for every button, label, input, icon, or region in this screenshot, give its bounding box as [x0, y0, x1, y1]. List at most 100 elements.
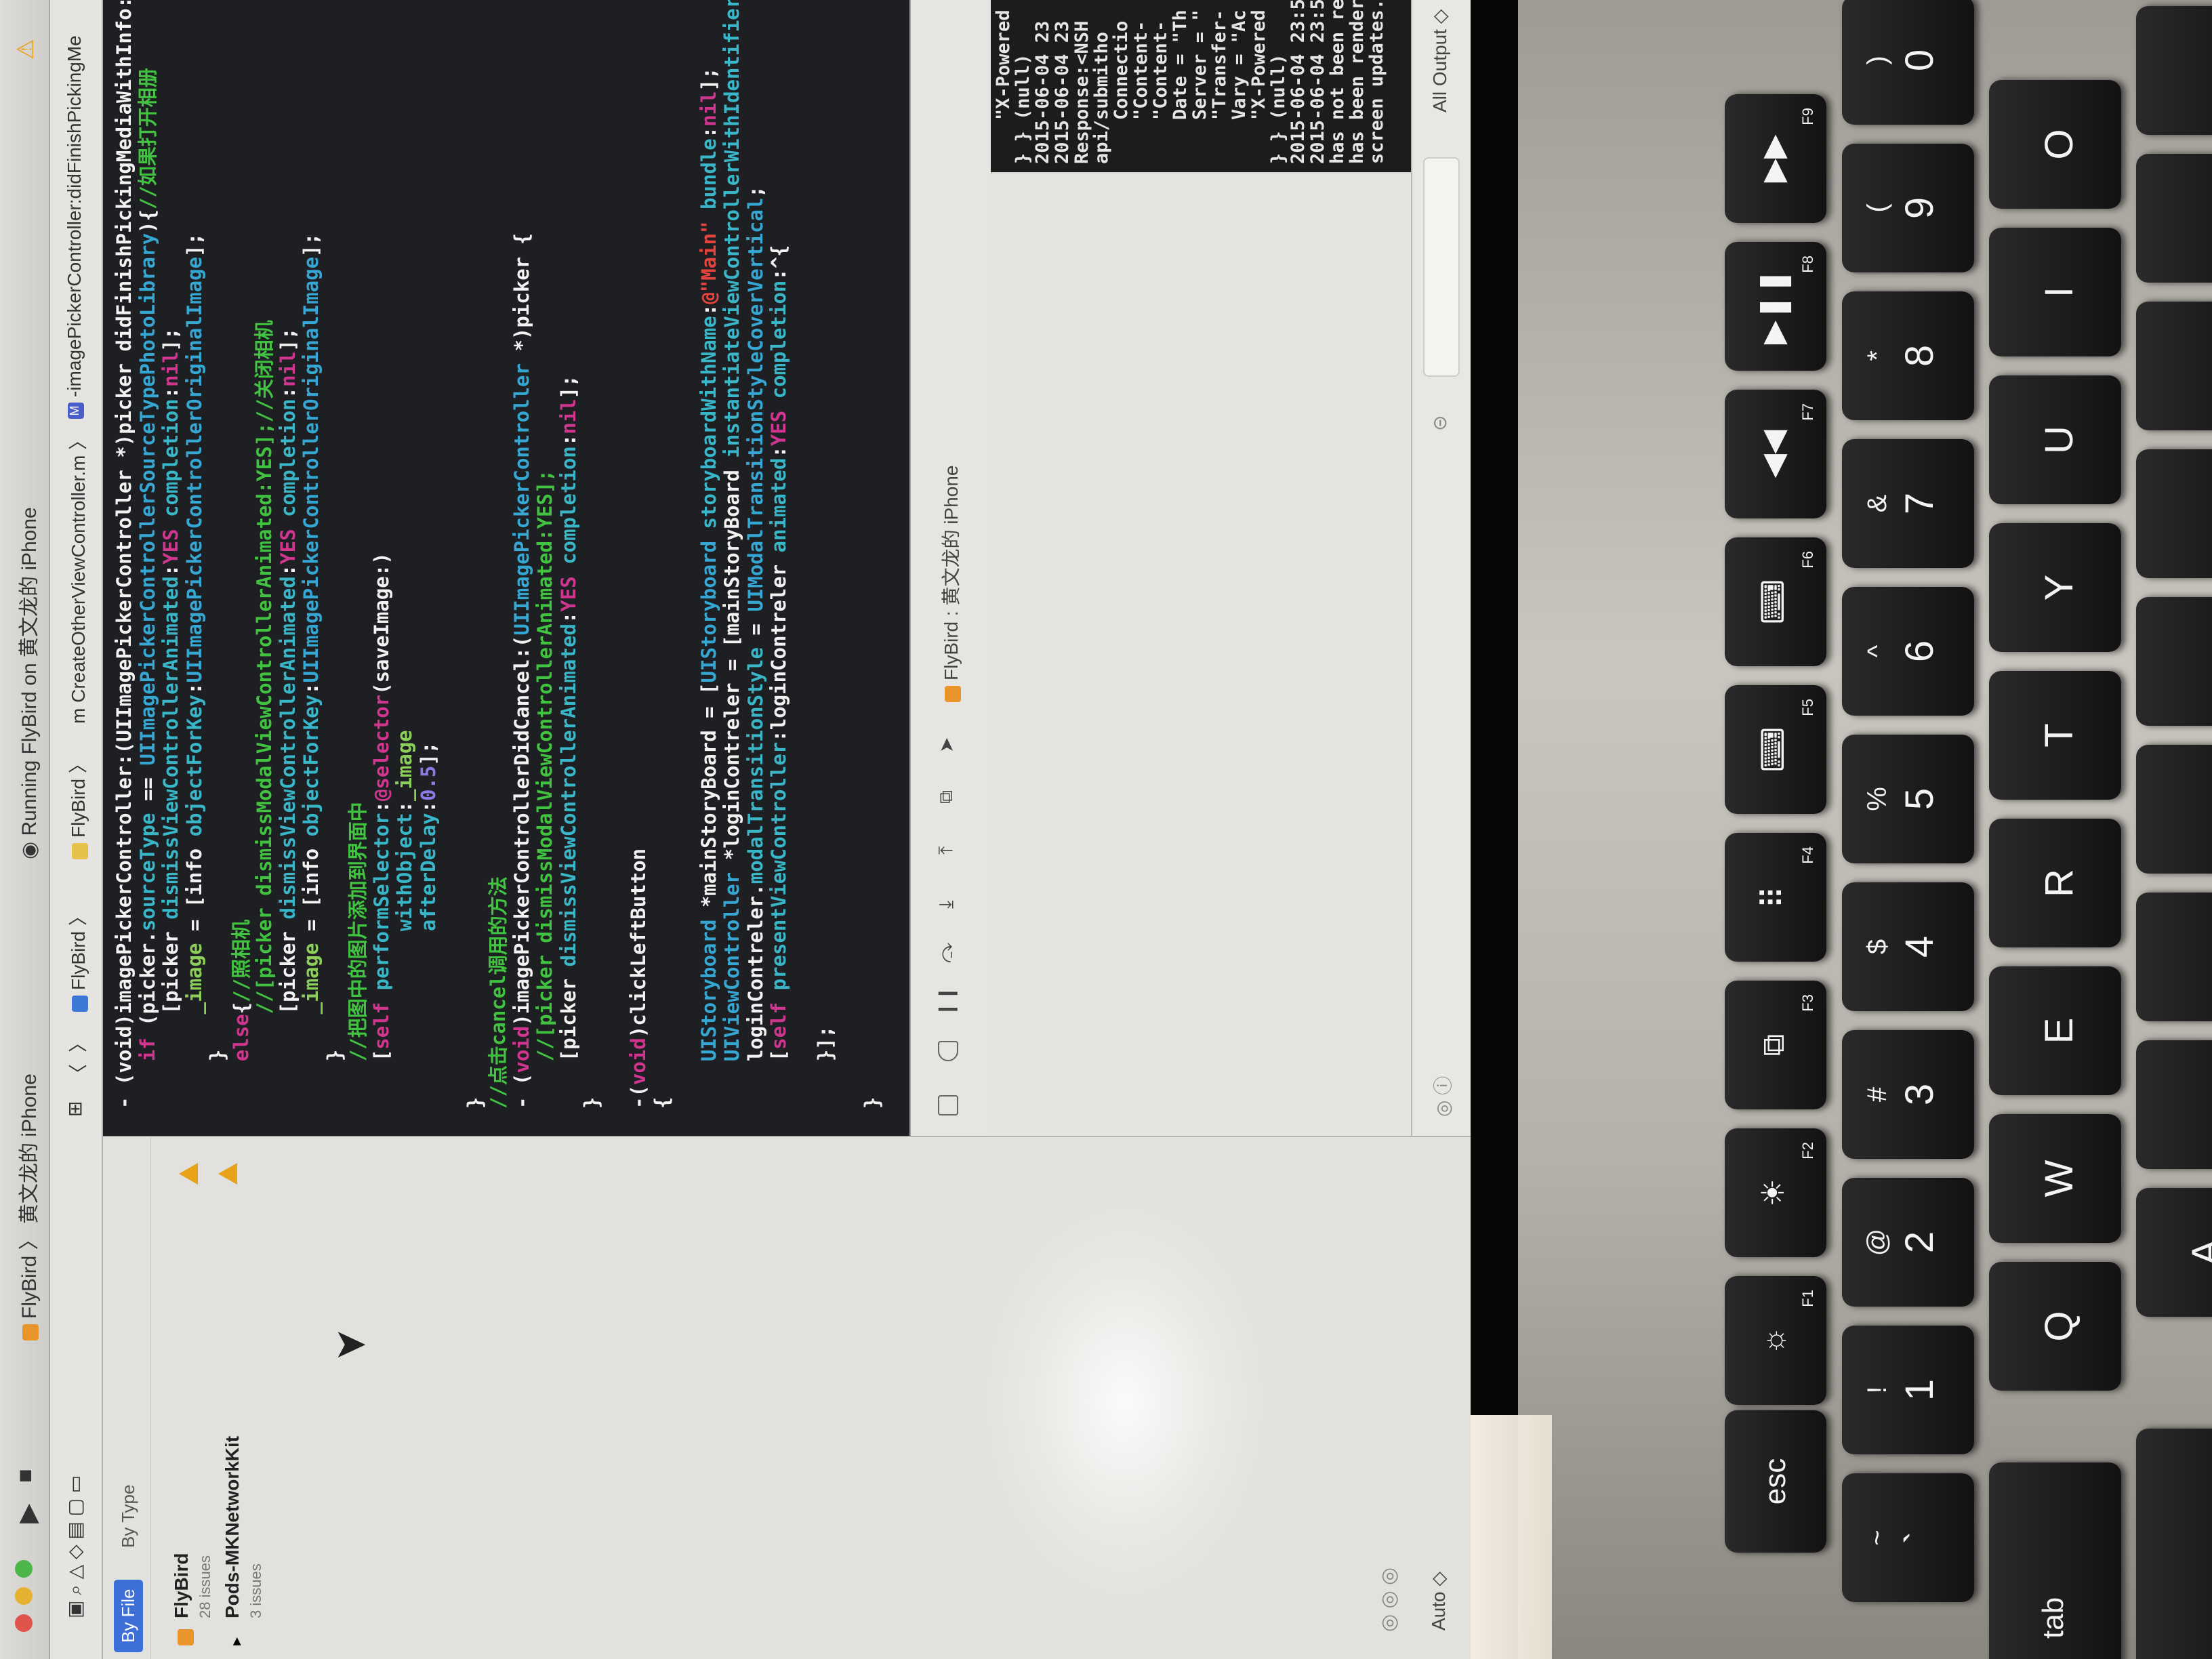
breadcrumb-group[interactable]: FlyBird 〉 [64, 754, 91, 859]
key-f4[interactable]: ⠿ F4 [1725, 833, 1826, 962]
key-0[interactable]: ) 0 [1842, 0, 1974, 125]
navigator-icons[interactable]: ▣ ⌕ △ ◇ ▤ ▢ ▭ [64, 1475, 87, 1618]
code-line[interactable]: }]; [814, 0, 838, 1109]
key-esc[interactable]: esc [1725, 1410, 1826, 1553]
key-9[interactable]: (9 [1842, 144, 1974, 272]
key-f9[interactable]: ▶▶ F9 [1725, 94, 1826, 223]
filter-icons[interactable]: ◎ ◎ ◎ [1377, 1568, 1401, 1632]
key-8[interactable]: * 8 [1842, 291, 1974, 420]
key-1[interactable]: ! 1 [1842, 1326, 1974, 1454]
key-f6[interactable]: ⌨ F6 [1725, 537, 1826, 666]
key-caps-lock[interactable] [2136, 1429, 2212, 1659]
location-icon[interactable]: ➤ [935, 737, 958, 753]
code-line[interactable]: UIViewController *loginContreler = [main… [720, 0, 744, 1109]
code-line[interactable]: [self presentViewController:loginContrel… [767, 0, 791, 1109]
code-line[interactable]: loginContreler.modalTransitionStyle = UI… [744, 0, 768, 1109]
code-line[interactable]: } [206, 0, 230, 1109]
key-e[interactable]: E [1989, 966, 2121, 1095]
code-line[interactable]: - (void)imagePickerControllerDidCancel:(… [510, 0, 534, 1109]
source-code[interactable]: - (void)imagePickerController:(UIImagePi… [112, 0, 884, 1109]
key-5[interactable]: % 5 [1842, 735, 1974, 863]
pause-icon[interactable]: ❙❙ [935, 985, 958, 1017]
console-output[interactable]: "X-Powered} } (null) 2015-06-04 23 2015-06… [991, 0, 1411, 172]
variables-view[interactable] [991, 173, 1411, 1136]
warning-icon[interactable]: ⚠ [12, 39, 39, 60]
key-home-row[interactable] [2136, 745, 2212, 874]
scheme-selector[interactable]: FlyBird 〉 黄文龙的 iPhone [12, 1073, 42, 1340]
code-line[interactable]: UIStoryboard *mainStoryBoard = [UIStoryb… [697, 0, 721, 1109]
close-window-button[interactable] [15, 1614, 33, 1632]
key-i[interactable]: I [1989, 228, 2121, 356]
key-7[interactable]: & 7 [1842, 439, 1974, 568]
run-icon[interactable]: ▶ [12, 1504, 43, 1523]
code-line[interactable]: } [464, 0, 487, 1109]
key-f8[interactable]: ▶❚❚ F8 [1725, 242, 1826, 371]
code-line[interactable] [674, 0, 697, 1109]
key-home-row[interactable] [2136, 597, 2212, 726]
key-4[interactable]: $4 [1842, 882, 1974, 1011]
zoom-window-button[interactable] [15, 1560, 33, 1578]
code-line[interactable]: //[picker dismissModalViewControllerAnim… [533, 0, 557, 1109]
back-button[interactable]: 〈 [64, 1064, 91, 1083]
code-line[interactable] [838, 0, 861, 1109]
minimize-window-button[interactable] [15, 1587, 33, 1605]
code-line[interactable]: [picker dismissViewControllerAnimated:YE… [276, 0, 300, 1109]
key-home-row[interactable] [2136, 1040, 2212, 1169]
code-line[interactable] [440, 0, 464, 1109]
breadcrumb-file[interactable]: m CreateOtherViewController.m 〉 [64, 431, 91, 724]
code-line[interactable]: [picker dismissViewControllerAnimated:YE… [557, 0, 581, 1109]
code-line[interactable]: else{//照相机 [230, 0, 253, 1109]
related-items-icon[interactable]: ⊞ [64, 1101, 86, 1117]
code-line[interactable] [791, 0, 815, 1109]
process-target[interactable]: FlyBird : 黄文龙的 iPhone [937, 466, 964, 702]
code-line[interactable] [604, 0, 628, 1109]
tab-by-file[interactable]: By File [114, 1579, 143, 1652]
key-tab[interactable]: tab [1989, 1462, 2121, 1659]
tab-by-type[interactable]: By Type [114, 1475, 143, 1557]
key-a[interactable]: A [2136, 1188, 2212, 1317]
step-out-icon[interactable]: ⤒ [935, 846, 958, 855]
hide-debug-area-icon[interactable] [938, 1095, 958, 1115]
code-line[interactable]: - (void)imagePickerController:(UIImagePi… [112, 0, 136, 1109]
key-f1[interactable]: ☼ F1 [1725, 1276, 1826, 1405]
key-3[interactable]: #3 [1842, 1030, 1974, 1159]
view-debugger-icon[interactable]: ⧉ [935, 790, 958, 804]
key-u[interactable]: U [1989, 375, 2121, 504]
key-r[interactable]: R [1989, 819, 2121, 947]
key-backtick[interactable]: ~ ` [1842, 1473, 1974, 1602]
key-f5[interactable]: ⌨ F5 [1725, 685, 1826, 814]
code-line[interactable]: //[picker dismissModalViewControllerAnim… [253, 0, 276, 1109]
forward-button[interactable]: 〉 [64, 1033, 91, 1052]
key-o[interactable]: O [1989, 80, 2121, 209]
key-t[interactable]: T [1989, 671, 2121, 800]
variables-scope-select-label[interactable]: Auto ◇ [1427, 1572, 1450, 1631]
key-home-row[interactable] [2136, 449, 2212, 578]
key-q[interactable]: Q [1989, 1262, 2121, 1391]
code-line[interactable]: withObject:_image [393, 0, 417, 1109]
filter-icon[interactable]: ⊝ [1429, 415, 1451, 431]
code-line[interactable]: { [651, 0, 674, 1109]
key-f2[interactable]: ☀ F2 [1725, 1128, 1826, 1257]
key-y[interactable]: Y [1989, 523, 2121, 652]
stop-icon[interactable]: ■ [12, 1469, 39, 1483]
key-home-row[interactable] [2136, 893, 2212, 1021]
step-over-icon[interactable]: ⤼ [935, 943, 958, 963]
step-into-icon[interactable]: ⤓ [935, 901, 958, 909]
disclosure-triangle-icon[interactable]: ▸ [226, 1637, 246, 1645]
code-line[interactable]: -(void)clickLeftButton [627, 0, 651, 1109]
code-line[interactable]: _image = [info objectForKey:UIImagePicke… [183, 0, 207, 1109]
code-line[interactable]: } [323, 0, 347, 1109]
code-line[interactable]: [self performSelector:@selector(saveImag… [370, 0, 394, 1109]
key-w[interactable]: W [1989, 1114, 2121, 1243]
code-line[interactable]: afterDelay:0.5]; [417, 0, 441, 1109]
console-filter-input[interactable] [1423, 157, 1460, 377]
key-2[interactable]: @2 [1842, 1178, 1974, 1307]
code-line[interactable]: } [861, 0, 884, 1109]
key-6[interactable]: ^ 6 [1842, 587, 1974, 716]
key-f7[interactable]: ◀◀ F7 [1725, 390, 1826, 518]
key-home-row[interactable] [2136, 154, 2212, 283]
key-home-row[interactable] [2136, 302, 2212, 430]
code-line[interactable]: _image = [info objectForKey:UIImagePicke… [300, 0, 323, 1109]
key-f3[interactable]: ⧉ F3 [1725, 981, 1826, 1109]
code-line[interactable]: if (picker.sourceType == UIImagePickerCo… [136, 0, 160, 1109]
